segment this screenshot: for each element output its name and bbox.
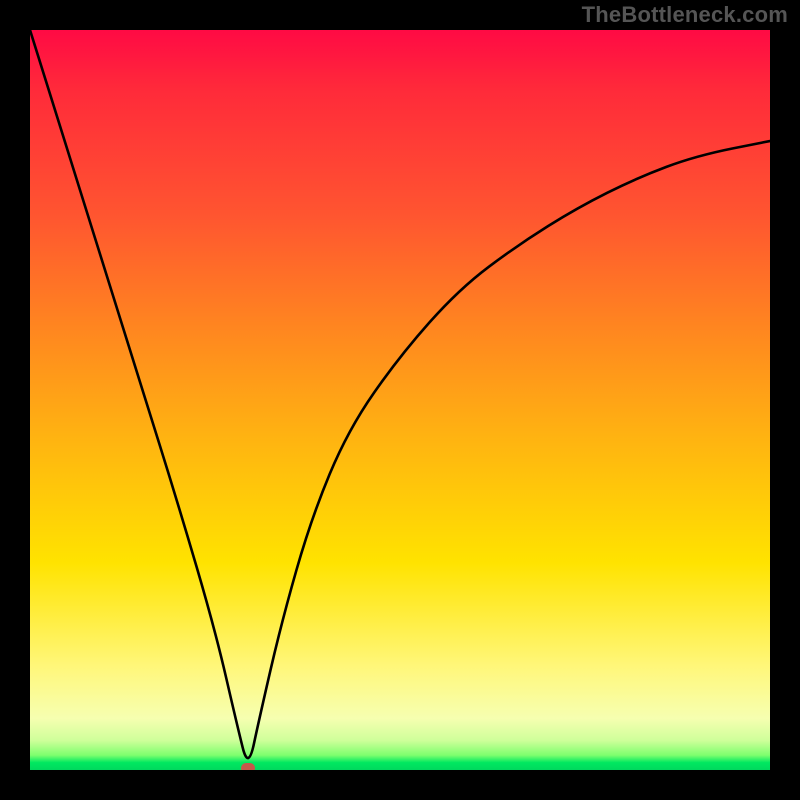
- chart-root: TheBottleneck.com: [0, 0, 800, 800]
- watermark-text: TheBottleneck.com: [582, 2, 788, 28]
- optimal-point-marker: [241, 763, 255, 770]
- plot-area: [30, 30, 770, 770]
- curve-path: [30, 30, 770, 758]
- bottleneck-curve: [30, 30, 770, 770]
